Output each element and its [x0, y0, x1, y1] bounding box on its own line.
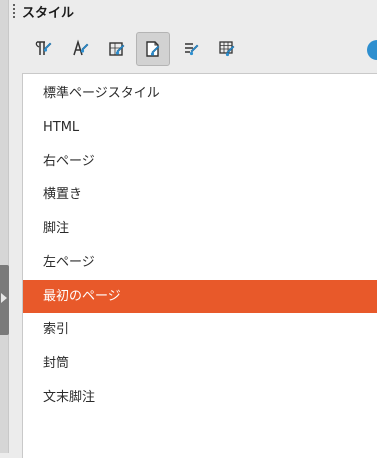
list-item[interactable]: 脚注 — [23, 212, 377, 245]
panel-header: スタイル — [8, 0, 377, 24]
style-category-toolbar — [8, 32, 377, 66]
list-item[interactable]: 横置き — [23, 178, 377, 211]
list-item[interactable]: 左ページ — [23, 246, 377, 279]
character-style-icon — [73, 39, 89, 56]
list-item[interactable]: 封筒 — [23, 347, 377, 380]
frame-styles-button[interactable] — [100, 32, 134, 66]
table-styles-button[interactable] — [210, 32, 244, 66]
expand-arrow-icon — [1, 293, 7, 303]
styles-panel: スタイル 標準ページスタイル HTML 右ページ 横置き 脚注 左ページ 最初の… — [0, 0, 377, 458]
paragraph-style-icon — [35, 41, 52, 55]
list-item-selected[interactable]: 最初のページ — [23, 280, 377, 313]
list-styles-button[interactable] — [174, 32, 208, 66]
drag-grip-icon[interactable] — [13, 3, 15, 20]
sidebar-rail — [0, 0, 9, 453]
page-styles-button[interactable] — [136, 32, 170, 66]
page-style-icon — [146, 41, 160, 57]
list-style-icon — [185, 43, 199, 56]
sidebar-collapse-handle[interactable] — [0, 265, 9, 335]
panel-title: スタイル — [22, 6, 75, 21]
table-style-icon — [219, 41, 235, 57]
list-item[interactable]: 右ページ — [23, 145, 377, 178]
list-item[interactable]: 標準ページスタイル — [23, 77, 377, 110]
frame-style-icon — [109, 42, 125, 56]
list-item[interactable]: HTML — [23, 111, 377, 144]
character-styles-button[interactable] — [64, 32, 98, 66]
page-style-list[interactable]: 標準ページスタイル HTML 右ページ 横置き 脚注 左ページ 最初のページ 索… — [22, 73, 377, 458]
list-item[interactable]: 索引 — [23, 313, 377, 346]
list-item[interactable]: 文末脚注 — [23, 381, 377, 414]
paragraph-styles-button[interactable] — [26, 32, 60, 66]
